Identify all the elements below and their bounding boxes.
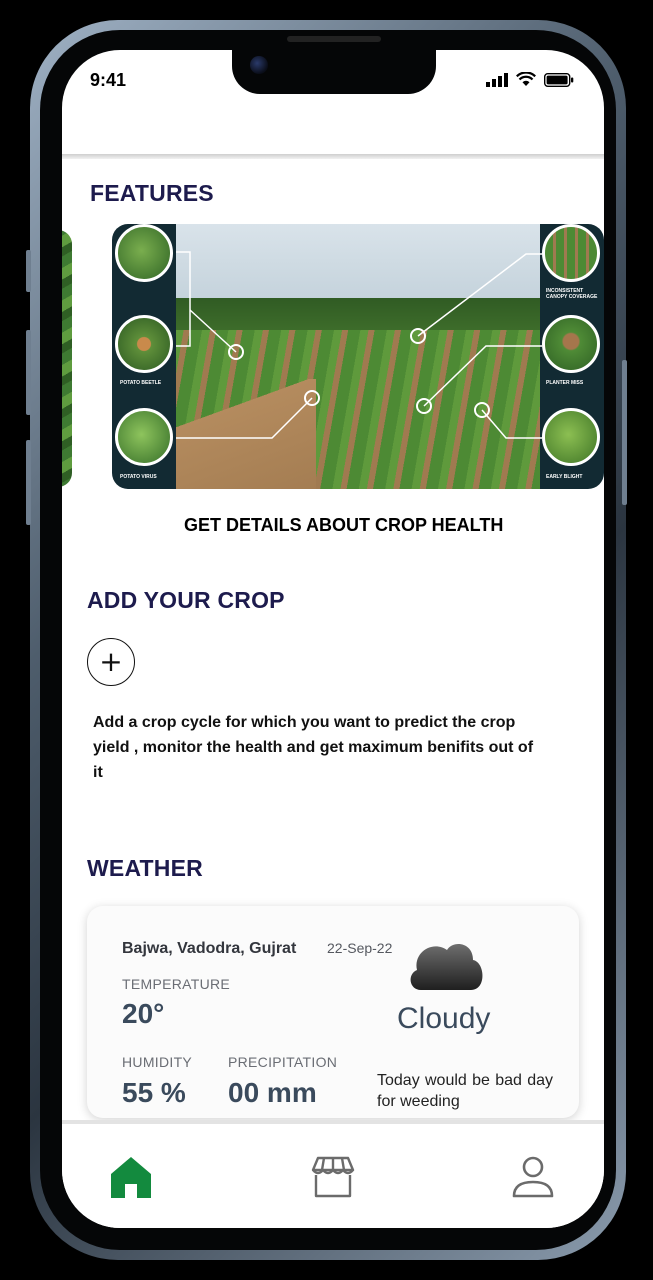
signal-icon: [486, 73, 508, 87]
weather-condition: Cloudy: [397, 1002, 491, 1035]
feature-connectors: [176, 251, 542, 439]
home-icon: [111, 1157, 151, 1198]
nav-store[interactable]: [310, 1154, 356, 1200]
add-crop-button[interactable]: +: [87, 638, 135, 686]
thumb-potato-beetle: [115, 315, 173, 373]
thumb-early-blight: [542, 408, 600, 466]
power-button: [622, 360, 627, 505]
weather-note: Today would be bad day for weeding: [377, 1072, 553, 1110]
thumb-canopy: [542, 224, 600, 282]
add-crop-heading: ADD YOUR CROP: [87, 587, 285, 613]
notch: [232, 36, 436, 94]
label-early-blight: EARLY BLIGHT: [546, 474, 583, 480]
wifi-icon: [516, 72, 536, 86]
precipitation-value: 00 mm: [228, 1077, 317, 1108]
weather-location: Bajwa, Vadodra, Gujrat: [122, 940, 297, 957]
temperature-value: 20°: [122, 998, 165, 1029]
label-potato-beetle: POTATO BEETLE: [120, 380, 162, 386]
battery-icon: [544, 73, 574, 87]
nav-home[interactable]: [108, 1154, 154, 1200]
volume-down-button: [26, 330, 31, 415]
profile-icon: [512, 1156, 554, 1198]
feature-card-previous[interactable]: [62, 230, 72, 487]
cloud-icon: [410, 944, 483, 990]
label-planter-miss: PLANTER MISS: [546, 380, 584, 386]
mute-switch: [26, 440, 31, 525]
speaker: [287, 36, 381, 42]
bottom-nav: [62, 1120, 604, 1228]
temperature-label: TEMPERATURE: [122, 976, 231, 992]
feature-card-crop-health[interactable]: POTATO BEETLE POTATO VIRUS INCONSISTENT …: [112, 224, 604, 489]
add-crop-description: Add a crop cycle for which you want to p…: [93, 714, 534, 781]
camera-icon: [250, 56, 268, 74]
nav-profile[interactable]: [510, 1154, 556, 1200]
store-icon: [311, 1156, 355, 1198]
header-divider: [62, 154, 604, 159]
weather-card[interactable]: Bajwa, Vadodra, Gujrat 22-Sep-22 TEMPERA…: [87, 906, 579, 1118]
weather-date: 22-Sep-22: [327, 940, 393, 956]
status-icons: [486, 72, 574, 87]
status-time: 9:41: [90, 70, 127, 90]
plus-icon: +: [99, 645, 123, 678]
feature-caption: GET DETAILS ABOUT CROP HEALTH: [184, 515, 504, 535]
volume-up-button: [26, 250, 31, 292]
weather-heading: WEATHER: [87, 855, 203, 881]
thumb-leaf-1: [115, 224, 173, 282]
humidity-value: 55 %: [122, 1077, 186, 1108]
thumb-planter-miss: [542, 315, 600, 373]
features-heading: FEATURES: [90, 180, 214, 206]
label-potato-virus: POTATO VIRUS: [120, 474, 157, 480]
humidity-label: HUMIDITY: [122, 1054, 193, 1070]
app-screen: 9:41 FEATURES POTATO BEETLE POTATO VIRUS…: [62, 50, 604, 1228]
precipitation-label: PRECIPITATION: [228, 1054, 338, 1070]
thumb-potato-virus: [115, 408, 173, 466]
label-inconsistent-canopy: INCONSISTENT CANOPY COVERAGE: [546, 288, 598, 300]
